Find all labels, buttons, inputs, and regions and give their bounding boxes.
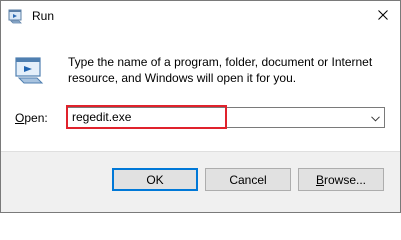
open-input[interactable] <box>68 108 368 127</box>
title-bar[interactable]: Run <box>1 1 400 31</box>
run-icon <box>8 8 24 24</box>
open-combobox[interactable] <box>67 107 385 128</box>
open-label: Open: <box>15 111 48 125</box>
browse-button-label: Browse... <box>316 173 366 187</box>
open-label-text: pen: <box>24 111 48 125</box>
browse-accelerator: B <box>315 172 324 187</box>
close-icon <box>378 9 388 23</box>
close-button[interactable] <box>366 1 400 31</box>
ok-button-label: OK <box>146 172 164 187</box>
open-label-accelerator: O <box>15 111 25 125</box>
dropdown-button[interactable] <box>366 108 384 127</box>
cancel-button[interactable]: Cancel <box>205 168 291 191</box>
browse-button[interactable]: Browse... <box>298 168 384 191</box>
cancel-button-label: Cancel <box>229 172 267 187</box>
window-title: Run <box>32 9 55 23</box>
ok-button[interactable]: OK <box>112 168 198 191</box>
browse-label-text: rowse... <box>324 172 367 187</box>
prompt-description: Type the name of a program, folder, docu… <box>68 55 373 85</box>
chevron-down-icon <box>370 111 380 125</box>
run-icon <box>13 54 45 86</box>
